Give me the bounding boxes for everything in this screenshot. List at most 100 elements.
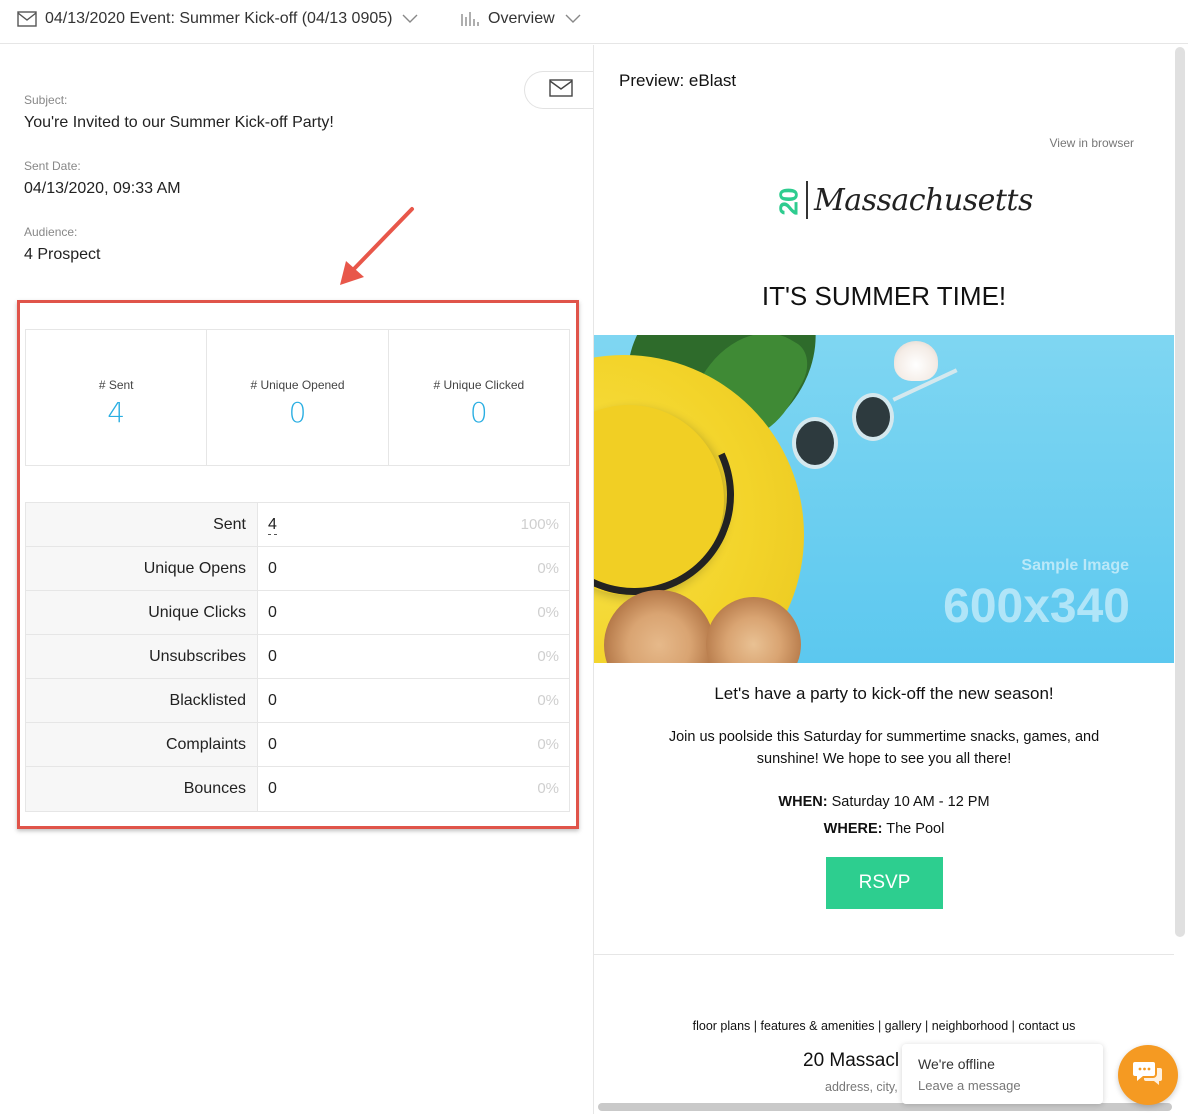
view-selector[interactable]: Overview xyxy=(460,0,581,38)
stat-percent: 0% xyxy=(537,780,559,797)
stat-cell: 4 100% xyxy=(258,503,569,546)
kpi-value: 0 xyxy=(288,396,307,429)
preview-title: Preview: eBlast xyxy=(619,71,737,90)
kpi-label: # Unique Opened xyxy=(250,378,345,392)
annotation-arrow xyxy=(330,205,420,295)
kpi-label: # Sent xyxy=(98,378,134,392)
seashell-shape xyxy=(894,341,938,381)
sunglasses-lens-shape xyxy=(852,393,894,441)
stat-name: Sent xyxy=(26,503,258,546)
kpi-unique-clicked: # Unique Clicked 0 xyxy=(389,330,569,465)
event-selector[interactable]: 04/13/2020 Event: Summer Kick-off (04/13… xyxy=(17,0,418,38)
stat-count: 0 xyxy=(268,560,277,577)
when-value: Saturday 10 AM - 12 PM xyxy=(831,794,990,810)
bar-chart-icon xyxy=(460,11,480,27)
top-bar: 04/13/2020 Event: Summer Kick-off (04/13… xyxy=(0,0,1188,44)
stat-percent: 0% xyxy=(537,736,559,753)
stat-name: Unsubscribes xyxy=(26,635,258,678)
when-label: WHEN: xyxy=(778,794,828,810)
chat-subtitle: Leave a message xyxy=(918,1078,1021,1093)
where-value: The Pool xyxy=(886,821,945,837)
envelope-icon xyxy=(17,11,37,27)
stat-cell: 0 0% xyxy=(258,723,569,766)
stat-count: 0 xyxy=(268,648,277,665)
stat-percent: 0% xyxy=(537,604,559,621)
chevron-down-icon xyxy=(565,14,581,24)
sent-count-link[interactable]: 4 xyxy=(268,516,277,535)
kpi-summary: # Sent 4 # Unique Opened 0 # Unique Clic… xyxy=(25,329,570,466)
envelope-icon xyxy=(548,78,573,102)
footer-link-floor-plans[interactable]: floor plans xyxy=(693,1019,751,1033)
footer-link-contact-us[interactable]: contact us xyxy=(1018,1019,1075,1033)
footer-property-name: 20 Massacl xyxy=(803,1050,900,1071)
chat-title: We're offline xyxy=(918,1056,995,1072)
stats-table: Sent 4 100% Unique Opens 0 0% Unique Cli… xyxy=(25,502,570,812)
vertical-scrollbar[interactable] xyxy=(1175,47,1185,937)
where-label: WHERE: xyxy=(823,821,883,837)
email-stats-panel: Subject: You're Invited to our Summer Ki… xyxy=(0,45,596,1114)
email-preview: View in browser 20 Massachusetts IT'S SU… xyxy=(594,109,1174,1109)
logo-name: Massachusetts xyxy=(814,182,1033,218)
event-when: WHEN: Saturday 10 AM - 12 PM xyxy=(594,794,1174,810)
view-in-browser-link[interactable]: View in browser xyxy=(1050,136,1134,150)
stat-cell: 0 0% xyxy=(258,547,569,590)
stat-name: Unique Opens xyxy=(26,547,258,590)
stat-name: Blacklisted xyxy=(26,679,258,722)
stat-cell: 0 0% xyxy=(258,679,569,722)
stat-count: 0 xyxy=(268,736,277,753)
stat-percent: 100% xyxy=(520,516,559,533)
table-row: Bounces 0 0% xyxy=(26,767,569,811)
kpi-value: 0 xyxy=(469,396,488,429)
table-row: Blacklisted 0 0% xyxy=(26,679,569,723)
stat-name: Unique Clicks xyxy=(26,591,258,634)
brand-logo: 20 Massachusetts xyxy=(774,181,1033,219)
email-body-text: Join us poolside this Saturday for summe… xyxy=(668,729,1100,767)
chat-icon xyxy=(1132,1059,1164,1092)
rsvp-button[interactable]: RSVP xyxy=(826,857,943,909)
view-selector-label: Overview xyxy=(488,10,555,27)
footer-links: floor plans | features & amenities | gal… xyxy=(692,1019,1076,1033)
table-row: Unique Opens 0 0% xyxy=(26,547,569,591)
footer-link-gallery[interactable]: gallery xyxy=(885,1019,922,1033)
footer-link-features-amenities[interactable]: features & amenities xyxy=(761,1019,875,1033)
event-selector-label: 04/13/2020 Event: Summer Kick-off (04/13… xyxy=(45,10,393,27)
kpi-label: # Unique Clicked xyxy=(433,378,525,392)
footer-link-neighborhood[interactable]: neighborhood xyxy=(932,1019,1008,1033)
sent-date-label: Sent Date: xyxy=(24,159,81,173)
subject-label: Subject: xyxy=(24,93,68,107)
stat-count: 0 xyxy=(268,604,277,621)
stat-count: 0 xyxy=(268,780,277,797)
stat-name: Bounces xyxy=(26,767,258,811)
sample-image-label: Sample Image xyxy=(1021,557,1129,574)
table-row: Sent 4 100% xyxy=(26,503,569,547)
divider xyxy=(594,954,1174,955)
preview-toggle-button[interactable] xyxy=(524,71,596,109)
stat-percent: 0% xyxy=(537,560,559,577)
table-row: Unique Clicks 0 0% xyxy=(26,591,569,635)
stats-highlight-box: # Sent 4 # Unique Opened 0 # Unique Clic… xyxy=(17,300,579,829)
stat-count: 0 xyxy=(268,692,277,709)
stat-cell: 0 0% xyxy=(258,635,569,678)
sunglasses-lens-shape xyxy=(792,417,838,469)
event-where: WHERE: The Pool xyxy=(594,821,1174,837)
email-headline: IT'S SUMMER TIME! xyxy=(761,281,1007,311)
logo-divider xyxy=(806,181,808,219)
stat-cell: 0 0% xyxy=(258,591,569,634)
email-subheadline: Let's have a party to kick-off the new s… xyxy=(714,684,1054,703)
sample-image-size: 600x340 xyxy=(943,580,1130,633)
stat-cell: 0 0% xyxy=(258,767,569,811)
stat-percent: 0% xyxy=(537,648,559,665)
chat-launcher-button[interactable] xyxy=(1118,1045,1178,1105)
stat-percent: 0% xyxy=(537,692,559,709)
chat-offline-bubble[interactable]: We're offline Leave a message xyxy=(902,1044,1103,1104)
table-row: Complaints 0 0% xyxy=(26,723,569,767)
footer-address: address, city, xyxy=(825,1080,898,1094)
kpi-sent: # Sent 4 xyxy=(26,330,208,465)
hero-image: Sample Image 600x340 xyxy=(594,335,1174,663)
audience-value: 4 Prospect xyxy=(24,246,101,263)
email-preview-panel[interactable]: Preview: eBlast View in browser 20 Massa… xyxy=(593,45,1188,1114)
horizontal-scrollbar[interactable] xyxy=(598,1103,1172,1111)
stat-name: Complaints xyxy=(26,723,258,766)
sent-date-value: 04/13/2020, 09:33 AM xyxy=(24,180,181,197)
kpi-value: 4 xyxy=(107,396,126,429)
